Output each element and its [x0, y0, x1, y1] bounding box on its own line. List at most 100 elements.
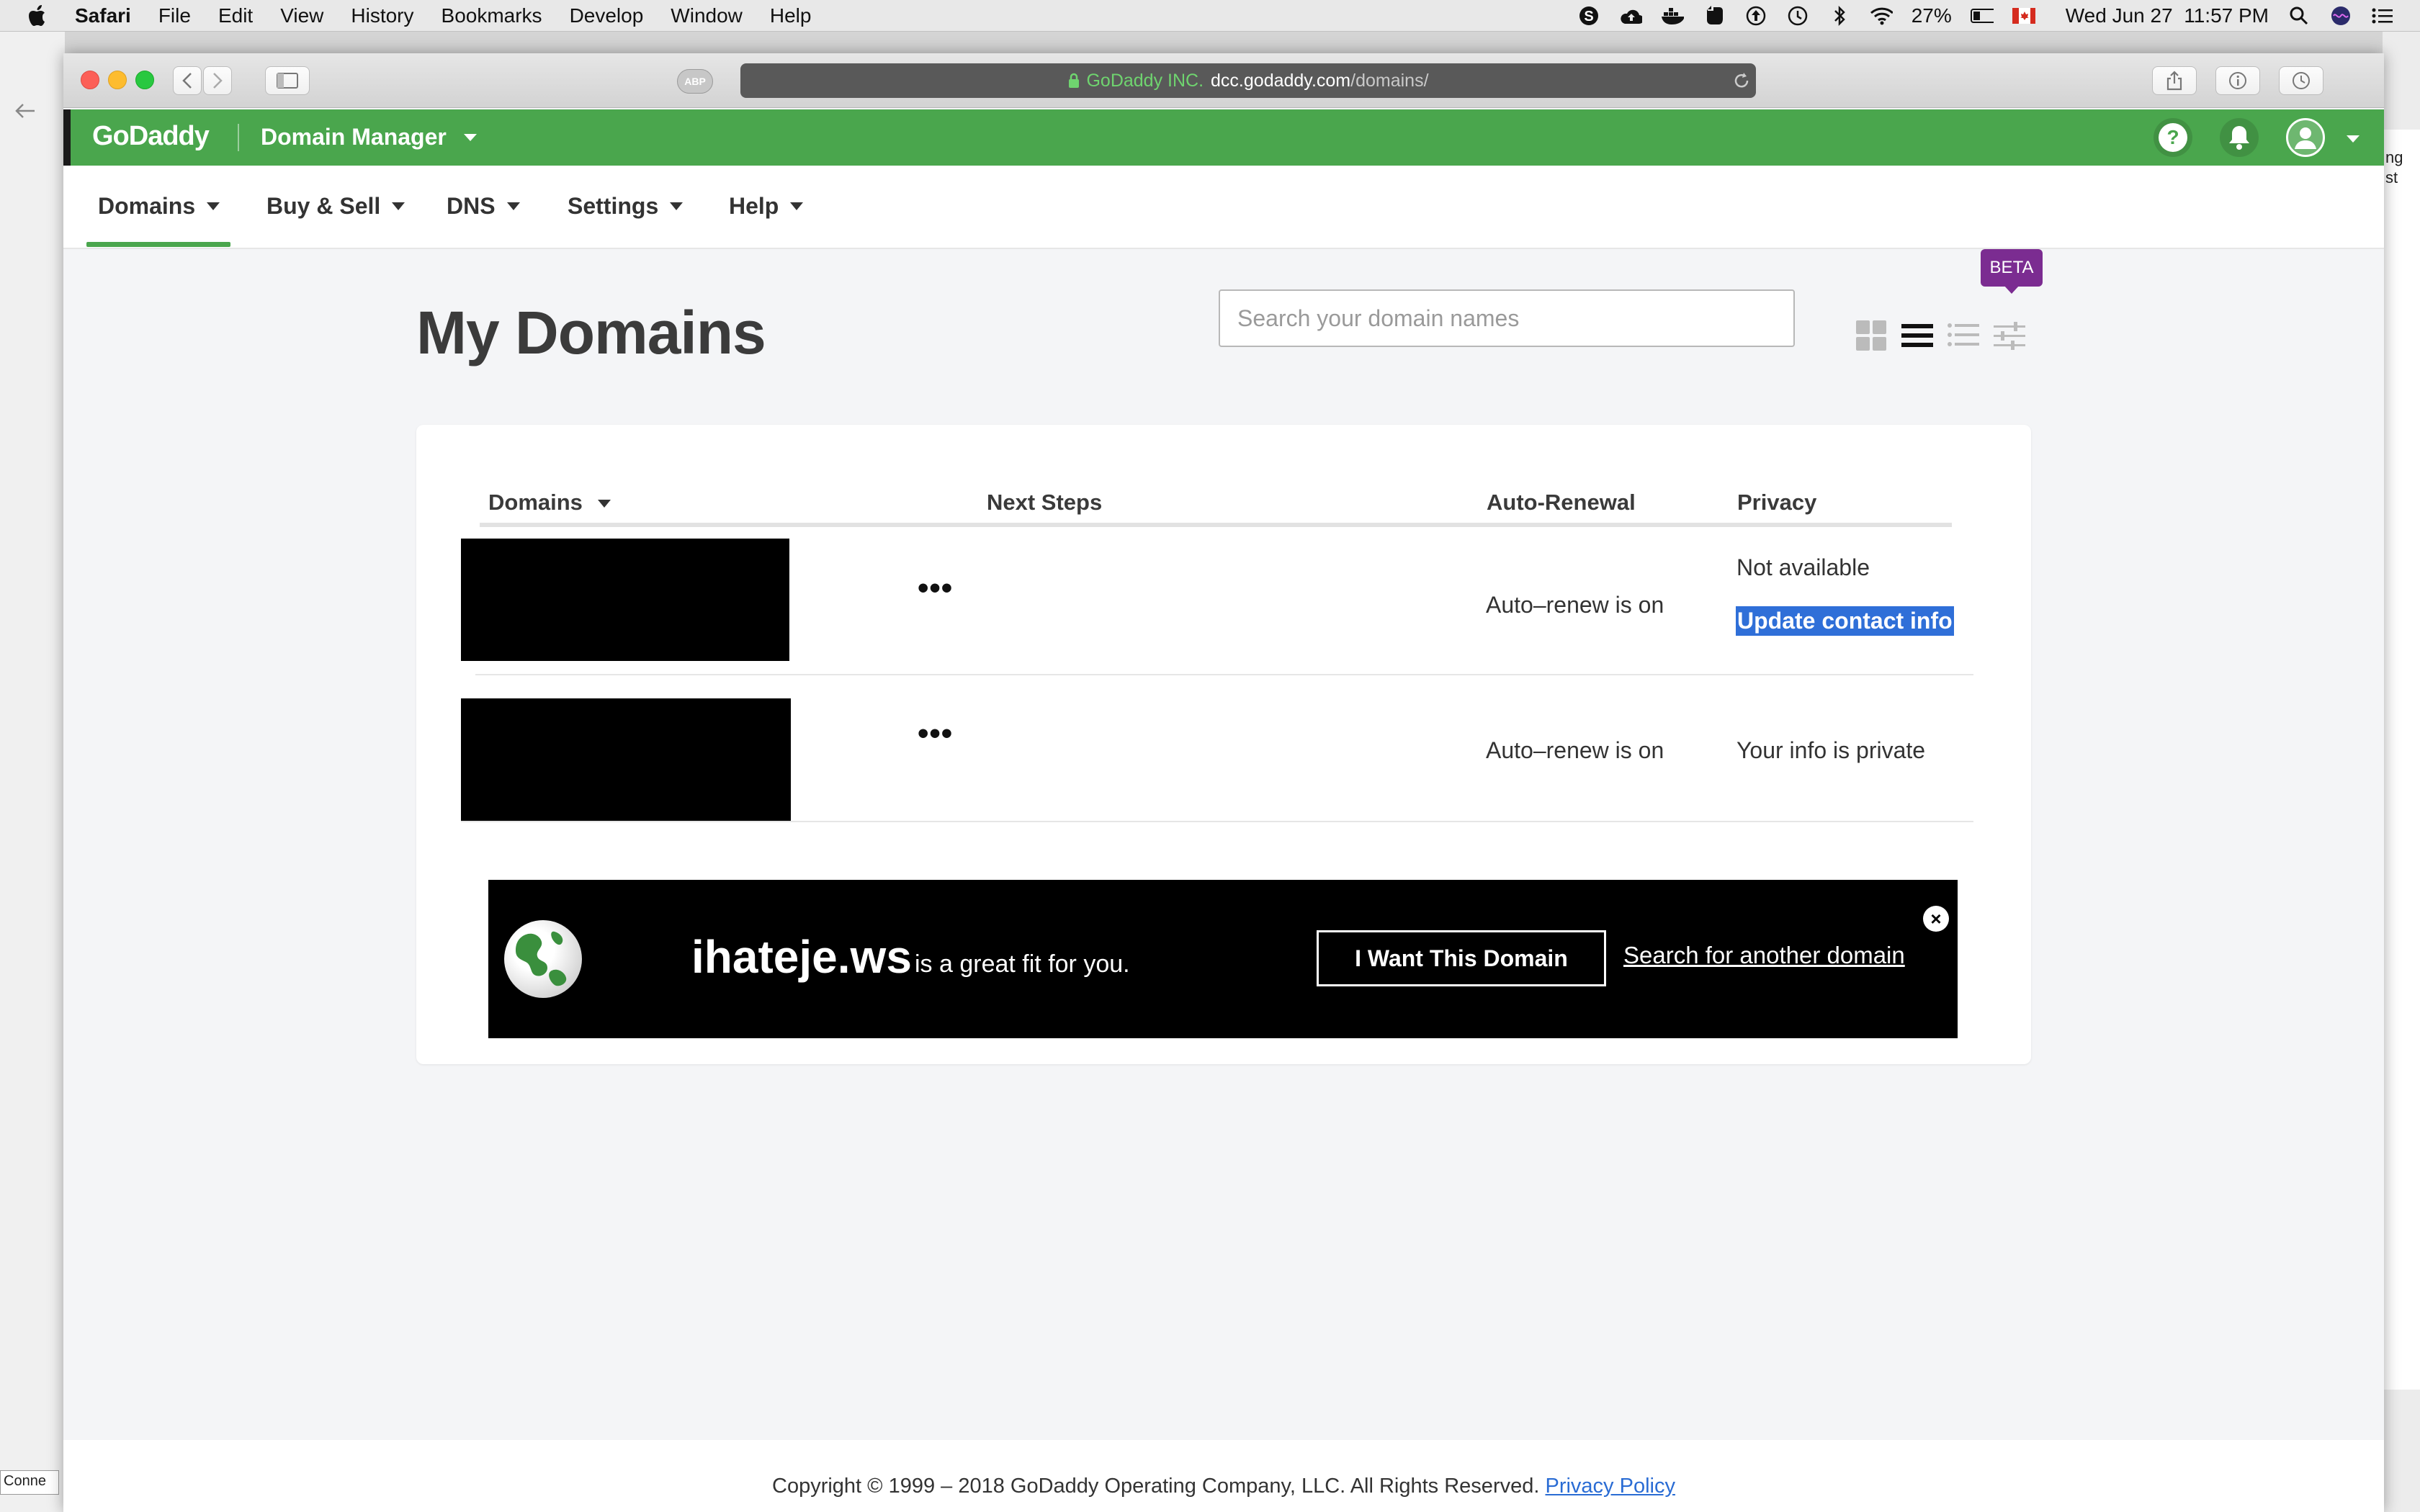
copyright-line: Copyright © 1999 – 2018 GoDaddy Operatin… — [63, 1475, 2384, 1498]
nav-label: Domains — [98, 193, 196, 219]
menu-file[interactable]: File — [158, 4, 191, 27]
menu-bookmarks[interactable]: Bookmarks — [442, 4, 542, 27]
status-tooltip: Conne — [0, 1470, 59, 1495]
caret-down-icon — [392, 202, 405, 210]
canada-flag-icon[interactable] — [2012, 4, 2035, 27]
notification-center-icon[interactable] — [2371, 4, 2394, 27]
nav-buy-sell[interactable]: Buy & Sell — [266, 193, 405, 220]
close-window-button[interactable] — [81, 71, 99, 89]
bell-icon[interactable] — [2220, 118, 2259, 157]
caret-down-icon — [506, 202, 520, 210]
spotlight-search-icon[interactable] — [2287, 4, 2311, 27]
evernote-icon[interactable] — [1703, 4, 1726, 27]
adblock-plus-icon[interactable]: ABP — [677, 69, 713, 94]
wifi-icon[interactable] — [1870, 4, 1893, 27]
caret-down-icon — [670, 202, 684, 210]
godaddy-header: GoDaddy Domain Manager ? — [63, 109, 2384, 166]
update-contact-info-link[interactable]: Update contact info — [1736, 606, 1954, 636]
suggestion-text: is a great fit for you. — [915, 950, 1130, 978]
siri-icon[interactable] — [2329, 4, 2352, 27]
time-machine-icon[interactable] — [1786, 4, 1809, 27]
caret-down-icon — [790, 202, 804, 210]
suggested-domain: ihateje.ws — [691, 931, 912, 983]
next-steps-menu[interactable]: ••• — [918, 716, 953, 752]
active-tab-indicator — [86, 242, 230, 247]
page-title: My Domains — [416, 299, 766, 366]
compact-list-view-icon[interactable] — [1946, 318, 1981, 353]
domain-manager-title[interactable]: Domain Manager — [261, 124, 447, 150]
clock[interactable]: Wed Jun 27 11:57 PM — [2066, 4, 2269, 27]
table-header-rule — [480, 523, 1952, 527]
browser-toolbar: ABP GoDaddy INC. dcc.godaddy.com/domains… — [63, 53, 2384, 108]
safari-window: ABP GoDaddy INC. dcc.godaddy.com/domains… — [63, 53, 2384, 1512]
godaddy-logo[interactable]: GoDaddy — [92, 121, 210, 152]
menu-help[interactable]: Help — [770, 4, 812, 27]
docker-icon[interactable] — [1661, 4, 1684, 27]
background-side-text: ng st — [2385, 148, 2403, 188]
sidebar-icon — [277, 73, 298, 89]
bluetooth-icon[interactable] — [1828, 4, 1851, 27]
background-page-edge — [2384, 130, 2420, 1390]
menu-edit[interactable]: Edit — [218, 4, 253, 27]
info-button[interactable] — [2215, 66, 2260, 95]
menu-extras: S 27% Wed Jun 27 11:57 PM — [1577, 0, 2394, 32]
help-icon[interactable]: ? — [2154, 118, 2192, 157]
search-another-domain-link[interactable]: Search for another domain — [1623, 942, 1905, 969]
account-caret-icon[interactable] — [2347, 135, 2360, 143]
sort-caret-icon[interactable] — [598, 500, 611, 508]
skype-icon[interactable]: S — [1577, 4, 1600, 27]
menu-develop[interactable]: Develop — [570, 4, 644, 27]
nav-dns[interactable]: DNS — [447, 193, 520, 220]
domain-search-input[interactable] — [1219, 289, 1795, 347]
back-button[interactable] — [173, 66, 202, 95]
row-divider — [461, 821, 1973, 822]
globe-icon — [504, 920, 582, 998]
column-header-next-steps: Next Steps — [987, 490, 1103, 515]
sidebar-button[interactable] — [265, 66, 310, 95]
nav-settings[interactable]: Settings — [568, 193, 684, 220]
sync-arrow-icon[interactable] — [1744, 4, 1767, 27]
history-button[interactable] — [2279, 66, 2323, 95]
clock-icon — [2293, 72, 2310, 89]
share-button[interactable] — [2152, 66, 2197, 95]
share-icon — [2166, 71, 2182, 91]
minimize-window-button[interactable] — [108, 71, 127, 89]
list-view-icon[interactable] — [1900, 318, 1935, 353]
menu-view[interactable]: View — [280, 4, 323, 27]
zoom-window-button[interactable] — [135, 71, 154, 89]
nav-help[interactable]: Help — [729, 193, 804, 220]
column-header-domains[interactable]: Domains — [488, 490, 583, 516]
auto-renewal-status: Auto–renew is on — [1486, 737, 1664, 763]
forward-button[interactable] — [203, 66, 232, 95]
beta-badge-arrow — [2004, 285, 2020, 294]
copyright-text: Copyright © 1999 – 2018 GoDaddy Operatin… — [772, 1475, 1540, 1498]
menu-history[interactable]: History — [351, 4, 413, 27]
apple-icon[interactable] — [27, 4, 49, 28]
caret-down-icon[interactable] — [464, 134, 477, 141]
menu-window[interactable]: Window — [671, 4, 743, 27]
close-icon[interactable]: × — [1923, 906, 1949, 932]
side-text-line: st — [2385, 168, 2398, 186]
menu-app-safari[interactable]: Safari — [75, 4, 131, 27]
account-avatar-icon[interactable] — [2286, 118, 2325, 157]
filter-sliders-icon[interactable] — [1992, 318, 2027, 353]
back-arrow-icon — [15, 104, 35, 118]
want-domain-button[interactable]: I Want This Domain — [1317, 930, 1606, 986]
reload-icon[interactable] — [1730, 69, 1753, 92]
chevron-right-icon — [213, 73, 223, 89]
redacted-domain-name — [461, 539, 789, 661]
privacy-policy-link[interactable]: Privacy Policy — [1545, 1475, 1675, 1498]
info-icon — [2229, 72, 2246, 89]
column-header-privacy: Privacy — [1737, 490, 1817, 515]
battery-icon[interactable] — [1970, 4, 1994, 27]
address-bar[interactable]: GoDaddy INC. dcc.godaddy.com/domains/ — [740, 63, 1756, 98]
nav-domains[interactable]: Domains — [98, 193, 220, 220]
redacted-domain-name — [461, 698, 791, 822]
svg-text:?: ? — [2166, 126, 2179, 148]
url-path: /domains/ — [1350, 70, 1429, 91]
grid-view-icon[interactable] — [1854, 318, 1888, 353]
next-steps-menu[interactable]: ••• — [918, 570, 953, 606]
chevron-left-icon — [182, 73, 192, 89]
battery-percent: 27% — [1911, 4, 1952, 27]
cloud-upload-icon[interactable] — [1619, 4, 1642, 27]
